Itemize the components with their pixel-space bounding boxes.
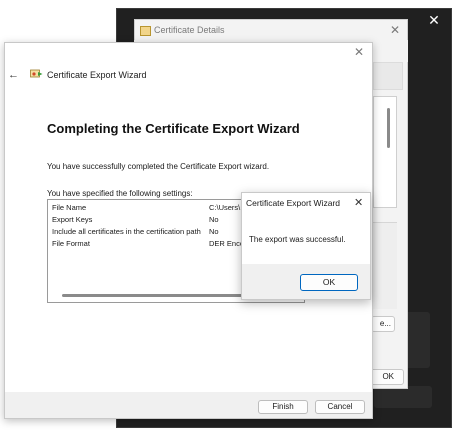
setting-value: No <box>209 227 219 236</box>
certificate-wizard-icon <box>30 69 43 78</box>
certificate-value-panel <box>373 222 397 309</box>
message-box-title: Certificate Export Wizard <box>246 198 340 208</box>
settings-intro-text: You have specified the following setting… <box>47 189 193 198</box>
cert-ok-button[interactable]: OK <box>368 369 404 385</box>
cancel-button[interactable]: Cancel <box>315 400 365 414</box>
message-text: The export was successful. <box>249 235 346 244</box>
close-icon[interactable]: ✕ <box>426 12 442 28</box>
close-icon[interactable]: ✕ <box>390 23 400 37</box>
list-item[interactable]: Include all certificates in the certific… <box>52 227 201 238</box>
scrollbar[interactable] <box>387 108 390 148</box>
certificate-icon <box>140 26 151 36</box>
setting-name: Include all certificates in the certific… <box>52 227 201 236</box>
completed-text: You have successfully completed the Cert… <box>47 162 270 171</box>
certificate-fields-list[interactable] <box>373 96 397 208</box>
dark-panel <box>374 386 432 408</box>
copy-to-file-button[interactable]: e... <box>371 316 395 332</box>
wizard-title: Certificate Export Wizard <box>47 70 147 80</box>
setting-value: C:\Users\ <box>209 203 241 212</box>
setting-name: File Format <box>52 239 90 248</box>
close-icon[interactable]: ✕ <box>354 45 364 59</box>
list-item[interactable]: File Name <box>52 203 86 214</box>
page-heading: Completing the Certificate Export Wizard <box>47 121 300 136</box>
back-arrow-icon[interactable]: ← <box>8 69 19 81</box>
certificate-field <box>373 62 403 90</box>
setting-name: File Name <box>52 203 87 212</box>
setting-value: DER Enco <box>209 239 245 248</box>
setting-value: No <box>209 215 219 224</box>
list-item[interactable]: File Format <box>52 239 90 250</box>
setting-name: Export Keys <box>52 215 93 224</box>
horizontal-scrollbar[interactable] <box>62 294 242 297</box>
list-item[interactable]: Export Keys <box>52 215 92 226</box>
ok-button[interactable]: OK <box>300 274 358 291</box>
certificate-details-title: Certificate Details <box>154 25 225 35</box>
close-icon[interactable]: ✕ <box>354 196 363 209</box>
finish-button[interactable]: Finish <box>258 400 308 414</box>
